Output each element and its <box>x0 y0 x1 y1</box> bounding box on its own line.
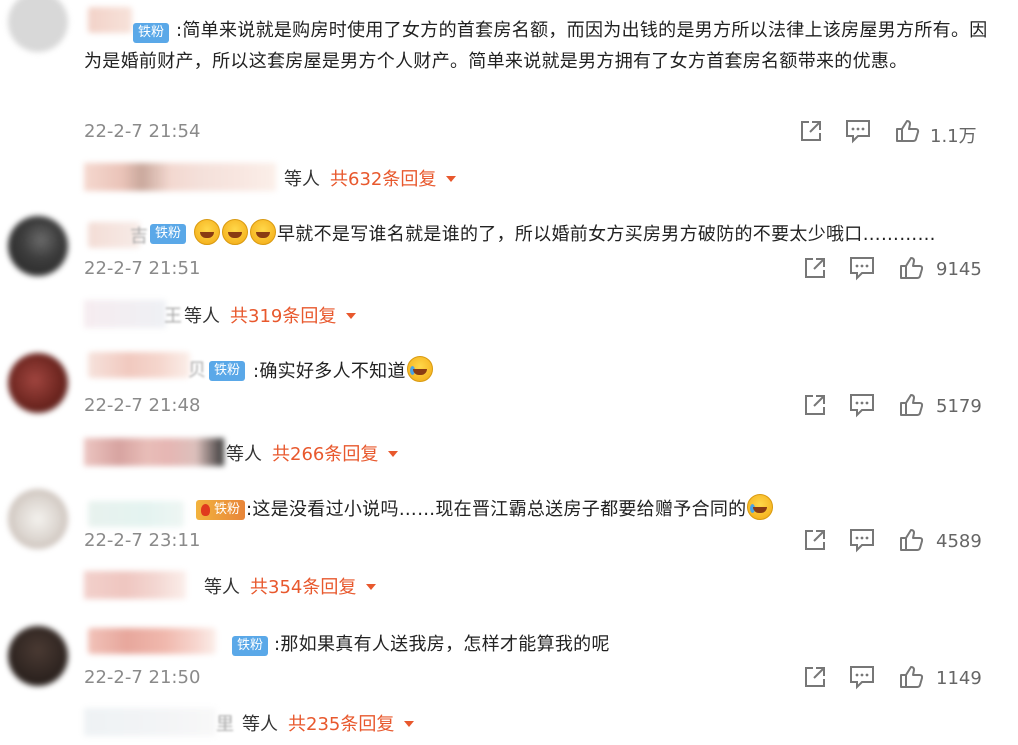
reply-line: 等人 共319条回复 <box>184 302 357 328</box>
comment-body: 这是没看过小说吗……现在晋江霸总送房子都要给赠予合同的 <box>252 499 747 520</box>
like-count: 4589 <box>936 531 982 552</box>
reply-summary[interactable]: 等人 共266条回复 <box>84 436 444 470</box>
cry-laugh-emoji-icon <box>406 356 433 382</box>
share-icon[interactable] <box>798 118 824 148</box>
reply-username-tail: 里 <box>216 714 234 735</box>
comment-icon[interactable] <box>848 664 876 694</box>
comment-date: 22-2-7 21:50 <box>84 667 201 688</box>
chevron-down-icon[interactable] <box>346 313 357 319</box>
chevron-down-icon[interactable] <box>366 584 377 590</box>
reply-suffix: 等人 <box>184 306 220 327</box>
like-icon[interactable] <box>898 527 924 557</box>
reply-line: 等人 共632条回复 <box>284 165 457 191</box>
share-icon[interactable] <box>802 664 828 694</box>
comment-icon[interactable] <box>844 118 872 148</box>
like-count: 1.1万 <box>930 126 977 147</box>
reply-count[interactable]: 共235条回复 <box>288 714 394 735</box>
like-count: 1149 <box>936 668 982 689</box>
username-tail: 贝 <box>188 360 206 381</box>
comment-text: :简单来说就是购房时使用了女方的首套房名额，而因为出钱的是男方所以法律上该房屋男… <box>84 15 1000 77</box>
comment-text: :确实好多人不知道 <box>253 356 434 387</box>
share-icon[interactable] <box>802 392 828 422</box>
fan-badge[interactable]: 铁粉 <box>232 636 269 656</box>
chevron-down-icon[interactable] <box>404 721 415 727</box>
username-blurred[interactable] <box>88 628 216 654</box>
comment-icon[interactable] <box>848 255 876 285</box>
comment-text: :那如果真有人送我房，怎样才能算我的呢 <box>274 629 610 660</box>
comment-body: 确实好多人不知道 <box>259 361 406 382</box>
avatar[interactable] <box>8 0 68 52</box>
comment-item: 铁粉 :这是没看过小说吗……现在晋江霸总送房子都要给赠予合同的 22-2-7 2… <box>0 475 1018 610</box>
comment-text: :这是没看过小说吗……现在晋江霸总送房子都要给赠予合同的 <box>246 494 774 525</box>
username-blurred[interactable] <box>88 352 190 378</box>
like-icon[interactable] <box>898 392 924 422</box>
laugh-emoji-icon <box>250 219 276 245</box>
reply-usernames-blurred <box>84 300 166 328</box>
avatar[interactable] <box>8 353 68 413</box>
comment-text: 早就不是写谁名就是谁的了，所以婚前女方买房男方破防的不要太少哦口………… <box>193 219 936 250</box>
chevron-down-icon[interactable] <box>446 176 457 182</box>
comment-actions: 1149 <box>802 664 998 694</box>
comment-item: 吉 铁粉 早就不是写谁名就是谁的了，所以婚前女方买房男方破防的不要太少哦口………… <box>0 200 1018 340</box>
reply-line: 等人 共266条回复 <box>226 440 399 466</box>
comment-body: 简单来说就是购房时使用了女方的首套房名额，而因为出钱的是男方所以法律上该房屋男方… <box>84 20 988 72</box>
reply-count[interactable]: 共319条回复 <box>230 306 336 327</box>
reply-count[interactable]: 共632条回复 <box>330 169 436 190</box>
fan-badge[interactable]: 铁粉 <box>209 361 246 381</box>
like-count: 5179 <box>936 396 982 417</box>
reply-summary[interactable]: 等人 共354条回复 <box>84 569 444 603</box>
username-blurred[interactable] <box>88 501 184 527</box>
comment-item: 铁粉 :那如果真有人送我房，怎样才能算我的呢 22-2-7 21:50 1149… <box>0 610 1018 745</box>
comment-actions: 1.1万 <box>798 118 998 148</box>
comment-icon[interactable] <box>848 392 876 422</box>
share-icon[interactable] <box>802 527 828 557</box>
reply-suffix: 等人 <box>226 444 262 465</box>
comment-actions: 9145 <box>802 255 998 285</box>
reply-summary[interactable]: 里 等人 共235条回复 <box>84 706 464 740</box>
avatar[interactable] <box>8 626 68 686</box>
username-tail: 吉 <box>130 226 148 247</box>
reply-count[interactable]: 共354条回复 <box>250 577 356 598</box>
reply-username-tail: 王 <box>164 306 182 327</box>
reply-summary[interactable]: 等人 共632条回复 <box>84 161 504 195</box>
fan-badge[interactable]: 铁粉 <box>150 224 187 244</box>
reply-suffix: 等人 <box>204 577 240 598</box>
comment-actions: 4589 <box>802 527 998 557</box>
reply-suffix: 等人 <box>242 714 278 735</box>
reply-count[interactable]: 共266条回复 <box>272 444 378 465</box>
reply-line: 等人 共235条回复 <box>242 710 415 736</box>
reply-usernames-blurred <box>84 163 276 191</box>
comment-date: 22-2-7 21:54 <box>84 121 201 142</box>
like-icon[interactable] <box>894 118 920 148</box>
share-icon[interactable] <box>802 255 828 285</box>
cry-laugh-emoji-icon <box>747 494 774 520</box>
comment-item: 铁粉 :简单来说就是购房时使用了女方的首套房名额，而因为出钱的是男方所以法律上该… <box>0 0 1018 200</box>
avatar[interactable] <box>8 489 68 549</box>
chevron-down-icon[interactable] <box>388 451 399 457</box>
comment-actions: 5179 <box>802 392 998 422</box>
reply-usernames-blurred <box>84 708 216 736</box>
avatar[interactable] <box>8 216 68 276</box>
reply-usernames-blurred <box>84 438 224 466</box>
comment-date: 22-2-7 21:48 <box>84 395 201 416</box>
laugh-emoji-icon <box>194 219 220 245</box>
like-icon[interactable] <box>898 664 924 694</box>
reply-line: 等人 共354条回复 <box>204 573 377 599</box>
comment-date: 22-2-7 21:51 <box>84 258 201 279</box>
comment-date: 22-2-7 23:11 <box>84 530 201 551</box>
comment-icon[interactable] <box>848 527 876 557</box>
comment-item: 贝 铁粉 :确实好多人不知道 22-2-7 21:48 5179 等人 共266条… <box>0 340 1018 475</box>
comment-body: 早就不是写谁名就是谁的了，所以婚前女方买房男方破防的不要太少哦口………… <box>277 224 936 245</box>
reply-suffix: 等人 <box>284 169 320 190</box>
laugh-emoji-icon <box>222 219 248 245</box>
reply-summary[interactable]: 王 等人 共319条回复 <box>84 298 404 332</box>
reply-usernames-blurred <box>84 571 186 599</box>
like-count: 9145 <box>936 259 982 280</box>
fan-badge[interactable]: 铁粉 <box>196 500 246 520</box>
comment-body: 那如果真有人送我房，怎样才能算我的呢 <box>280 634 610 655</box>
like-icon[interactable] <box>898 255 924 285</box>
